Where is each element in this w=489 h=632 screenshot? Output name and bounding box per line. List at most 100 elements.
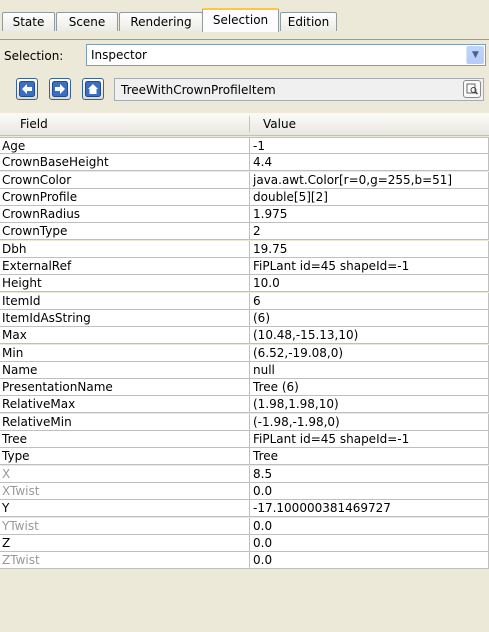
table-row[interactable]: RelativeMin (-1.98,-1.98,0) [0,413,489,431]
table-row[interactable]: Z 0.0 [0,534,489,552]
home-icon [85,81,101,97]
object-path-text: TreeWithCrownProfileItem [121,83,276,97]
selection-label: Selection: [4,49,64,63]
chevron-down-icon[interactable]: ▼ [466,46,484,64]
table-row[interactable]: Height 10.0 [0,275,489,293]
field-cell: ItemIdAsString [0,309,250,327]
field-cell: Age [0,137,250,154]
value-cell[interactable]: java.awt.Color[r=0,g=255,b=51] [250,171,489,189]
table-row[interactable]: YTwist 0.0 [0,517,489,535]
field-cell: PresentationName [0,379,250,397]
field-cell: XTwist [0,482,250,500]
field-cell: CrownProfile [0,188,250,206]
value-cell[interactable]: Tree (6) [250,379,489,397]
value-cell[interactable]: FiPLant id=45 shapeId=-1 [250,258,489,276]
object-path-field[interactable]: TreeWithCrownProfileItem [114,78,484,101]
field-cell: CrownType [0,223,250,241]
field-cell: ItemId [0,292,250,310]
value-cell[interactable]: 8.5 [250,465,489,483]
value-cell[interactable]: -1 [250,137,489,154]
tab-rendering[interactable]: Rendering [119,12,203,31]
inspect-icon[interactable] [463,80,481,98]
table-row[interactable]: Type Tree [0,448,489,466]
arrow-right-icon [52,81,68,97]
value-cell[interactable]: (6.52,-19.08,0) [250,344,489,362]
value-cell[interactable]: (10.48,-15.13,10) [250,327,489,345]
selection-dropdown[interactable]: Inspector ▼ [86,44,486,66]
field-cell: RelativeMin [0,413,250,431]
table-row[interactable]: X 8.5 [0,465,489,483]
value-cell[interactable]: 0.0 [250,552,489,570]
field-cell: Y [0,500,250,518]
field-cell: Dbh [0,240,250,258]
table-row[interactable]: XTwist 0.0 [0,482,489,500]
value-cell[interactable]: 4.4 [250,154,489,172]
table-body: Age -1 CrownBaseHeight 4.4 CrownColor java.… [0,137,489,570]
table-row[interactable]: CrownType 2 [0,223,489,241]
tab-scene[interactable]: Scene [56,12,118,31]
field-cell: Type [0,448,250,466]
table-row[interactable]: CrownRadius 1.975 [0,206,489,224]
column-divider[interactable] [249,116,250,132]
table-row[interactable]: ZTwist 0.0 [0,552,489,570]
home-button[interactable] [82,78,104,100]
table-row[interactable]: CrownColor java.awt.Color[r=0,g=255,b=51] [0,171,489,189]
table-row[interactable]: CrownProfile double[5][2] [0,188,489,206]
field-cell: CrownRadius [0,206,250,224]
value-cell[interactable]: 10.0 [250,275,489,293]
table-row[interactable]: PresentationName Tree (6) [0,379,489,397]
field-cell: ZTwist [0,552,250,570]
field-cell: Max [0,327,250,345]
column-header-value[interactable]: Value [263,116,296,132]
table-row[interactable]: Tree FiPLant id=45 shapeId=-1 [0,431,489,449]
value-cell[interactable]: (1.98,1.98,10) [250,396,489,414]
table-row[interactable]: ItemIdAsString (6) [0,309,489,327]
tab-selection[interactable]: Selection [202,8,279,32]
field-cell: Height [0,275,250,293]
table-row[interactable]: Y -17.100000381469727 [0,500,489,518]
back-button[interactable] [16,78,38,100]
table-row[interactable]: Max (10.48,-15.13,10) [0,327,489,345]
field-cell: RelativeMax [0,396,250,414]
tab-edition[interactable]: Edition [280,12,337,31]
field-cell: ExternalRef [0,258,250,276]
table-row[interactable]: Min (6.52,-19.08,0) [0,344,489,362]
selection-dropdown-value: Inspector [91,48,147,62]
value-cell[interactable]: (6) [250,309,489,327]
value-cell[interactable]: double[5][2] [250,188,489,206]
value-cell[interactable]: 6 [250,292,489,310]
inspector-panel: State Scene Rendering Selection Edition … [0,0,489,632]
forward-button[interactable] [49,78,71,100]
table-row[interactable]: CrownBaseHeight 4.4 [0,154,489,172]
tab-baseline [0,39,489,40]
table-row[interactable]: Age -1 [0,137,489,154]
field-cell: X [0,465,250,483]
value-cell[interactable]: FiPLant id=45 shapeId=-1 [250,431,489,449]
table-row[interactable]: ItemId 6 [0,292,489,310]
value-cell[interactable]: 1.975 [250,206,489,224]
arrow-left-icon [19,81,35,97]
value-cell[interactable]: 0.0 [250,517,489,535]
value-cell[interactable]: Tree [250,448,489,466]
table-row[interactable]: ExternalRef FiPLant id=45 shapeId=-1 [0,258,489,276]
value-cell[interactable]: -17.100000381469727 [250,500,489,518]
field-cell: CrownBaseHeight [0,154,250,172]
table-row[interactable]: Name null [0,361,489,379]
value-cell[interactable]: 2 [250,223,489,241]
value-cell[interactable]: 19.75 [250,240,489,258]
value-cell[interactable]: 0.0 [250,534,489,552]
value-cell[interactable]: 0.0 [250,482,489,500]
field-cell: Z [0,534,250,552]
tab-state[interactable]: State [2,12,55,31]
field-cell: CrownColor [0,171,250,189]
value-cell[interactable]: null [250,361,489,379]
tab-bar: State Scene Rendering Selection Edition [0,8,489,40]
field-cell: Name [0,361,250,379]
value-cell[interactable]: (-1.98,-1.98,0) [250,413,489,431]
field-cell: Min [0,344,250,362]
table-row[interactable]: Dbh 19.75 [0,240,489,258]
field-cell: YTwist [0,517,250,535]
table-row[interactable]: RelativeMax (1.98,1.98,10) [0,396,489,414]
column-header-field[interactable]: Field [20,116,48,132]
table-header: Field Value [0,113,489,136]
